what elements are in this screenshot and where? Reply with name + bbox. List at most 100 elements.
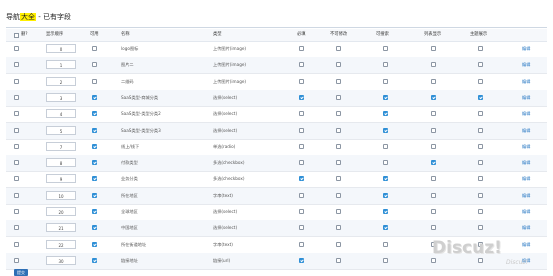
required-checkbox[interactable]	[299, 143, 304, 149]
edit-link[interactable]: 编辑	[522, 106, 530, 122]
sortable-checkbox[interactable]	[478, 176, 483, 182]
required-checkbox[interactable]	[299, 78, 304, 84]
sortable-checkbox[interactable]	[478, 111, 483, 117]
required-checkbox[interactable]	[299, 62, 304, 68]
edit-link[interactable]: 编辑	[522, 237, 530, 253]
in-list-checkbox[interactable]	[431, 176, 436, 182]
order-input[interactable]: 4	[46, 109, 76, 119]
required-checkbox[interactable]	[299, 127, 304, 133]
in-list-checkbox[interactable]	[431, 127, 436, 133]
edit-link[interactable]: 编辑	[522, 171, 530, 187]
delete-checkbox[interactable]	[14, 143, 19, 149]
required-checkbox[interactable]	[299, 241, 304, 247]
sortable-checkbox[interactable]	[478, 62, 483, 68]
in-list-checkbox[interactable]	[431, 111, 436, 117]
in-list-checkbox[interactable]	[431, 225, 436, 231]
edit-link[interactable]: 编辑	[522, 90, 530, 106]
unchangeable-checkbox[interactable]	[336, 94, 341, 100]
in-list-checkbox[interactable]	[431, 257, 436, 263]
delete-checkbox[interactable]	[14, 62, 19, 68]
in-list-checkbox[interactable]	[431, 192, 436, 198]
enabled-checkbox[interactable]	[92, 192, 97, 198]
searchable-checkbox[interactable]	[383, 257, 388, 263]
select-all-checkbox[interactable]	[14, 33, 19, 38]
enabled-checkbox[interactable]	[92, 225, 97, 231]
required-checkbox[interactable]	[299, 111, 304, 117]
searchable-checkbox[interactable]	[383, 46, 388, 51]
searchable-checkbox[interactable]	[383, 225, 388, 231]
enabled-checkbox[interactable]	[92, 143, 97, 149]
delete-checkbox[interactable]	[14, 46, 19, 51]
unchangeable-checkbox[interactable]	[336, 176, 341, 182]
searchable-checkbox[interactable]	[383, 241, 388, 247]
delete-checkbox[interactable]	[14, 192, 19, 198]
searchable-checkbox[interactable]	[383, 192, 388, 198]
unchangeable-checkbox[interactable]	[336, 209, 341, 214]
sortable-checkbox[interactable]	[478, 257, 483, 263]
order-input[interactable]: 0	[46, 44, 76, 53]
sortable-checkbox[interactable]	[478, 192, 483, 198]
in-list-checkbox[interactable]	[431, 143, 436, 149]
unchangeable-checkbox[interactable]	[336, 160, 341, 166]
edit-link[interactable]: 编辑	[522, 74, 530, 90]
order-input[interactable]: 30	[46, 255, 76, 265]
sortable-checkbox[interactable]	[478, 94, 483, 100]
enabled-checkbox[interactable]	[92, 62, 97, 68]
required-checkbox[interactable]	[299, 46, 304, 51]
edit-link[interactable]: 编辑	[522, 123, 530, 139]
unchangeable-checkbox[interactable]	[336, 192, 341, 198]
order-input[interactable]: 5	[46, 125, 76, 135]
searchable-checkbox[interactable]	[383, 94, 388, 100]
order-input[interactable]: 3	[46, 92, 76, 102]
enabled-checkbox[interactable]	[92, 94, 97, 100]
in-list-checkbox[interactable]	[431, 94, 436, 100]
enabled-checkbox[interactable]	[92, 257, 97, 263]
enabled-checkbox[interactable]	[92, 127, 97, 133]
sortable-checkbox[interactable]	[478, 143, 483, 149]
sortable-checkbox[interactable]	[478, 78, 483, 84]
unchangeable-checkbox[interactable]	[336, 127, 341, 133]
edit-link[interactable]: 编辑	[522, 139, 530, 155]
in-list-checkbox[interactable]	[431, 160, 436, 166]
order-input[interactable]: 22	[46, 239, 76, 249]
unchangeable-checkbox[interactable]	[336, 46, 341, 51]
unchangeable-checkbox[interactable]	[336, 257, 341, 263]
enabled-checkbox[interactable]	[92, 46, 97, 51]
in-list-checkbox[interactable]	[431, 78, 436, 84]
required-checkbox[interactable]	[299, 176, 304, 182]
edit-link[interactable]: 编辑	[522, 204, 530, 220]
delete-checkbox[interactable]	[14, 78, 19, 84]
searchable-checkbox[interactable]	[383, 62, 388, 68]
order-input[interactable]: 2	[46, 76, 76, 86]
searchable-checkbox[interactable]	[383, 209, 388, 214]
order-input[interactable]: 10	[46, 190, 76, 200]
unchangeable-checkbox[interactable]	[336, 143, 341, 149]
searchable-checkbox[interactable]	[383, 176, 388, 182]
in-list-checkbox[interactable]	[431, 46, 436, 51]
enabled-checkbox[interactable]	[92, 176, 97, 182]
searchable-checkbox[interactable]	[383, 78, 388, 84]
required-checkbox[interactable]	[299, 192, 304, 198]
delete-checkbox[interactable]	[14, 209, 19, 214]
edit-link[interactable]: 编辑	[522, 188, 530, 204]
delete-checkbox[interactable]	[14, 241, 19, 247]
required-checkbox[interactable]	[299, 209, 304, 214]
enabled-checkbox[interactable]	[92, 209, 97, 214]
in-list-checkbox[interactable]	[431, 209, 436, 214]
submit-button[interactable]: 提交	[14, 269, 28, 276]
unchangeable-checkbox[interactable]	[336, 78, 341, 84]
delete-checkbox[interactable]	[14, 94, 19, 100]
unchangeable-checkbox[interactable]	[336, 225, 341, 231]
order-input[interactable]: 1	[46, 60, 76, 70]
searchable-checkbox[interactable]	[383, 143, 388, 149]
searchable-checkbox[interactable]	[383, 127, 388, 133]
delete-checkbox[interactable]	[14, 176, 19, 182]
sortable-checkbox[interactable]	[478, 225, 483, 231]
delete-checkbox[interactable]	[14, 127, 19, 133]
order-input[interactable]: 21	[46, 223, 76, 233]
required-checkbox[interactable]	[299, 160, 304, 166]
required-checkbox[interactable]	[299, 257, 304, 263]
order-input[interactable]: 8	[46, 158, 76, 168]
order-input[interactable]: 20	[46, 207, 76, 216]
searchable-checkbox[interactable]	[383, 160, 388, 166]
